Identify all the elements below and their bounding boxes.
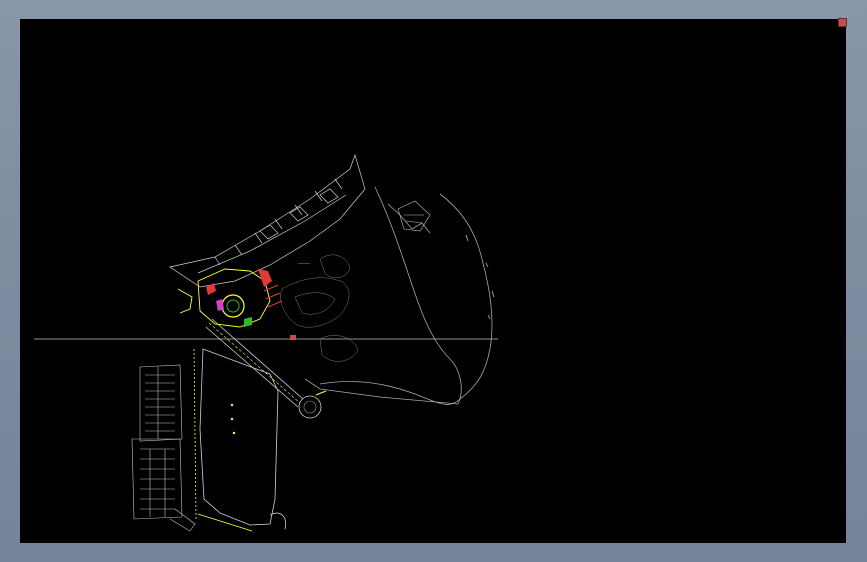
lake-basin bbox=[193, 348, 287, 532]
corner-marker-icon[interactable] bbox=[838, 18, 847, 27]
east-boundary-lines bbox=[304, 186, 493, 405]
cad-drawing-canvas[interactable]: ───── bbox=[20, 19, 846, 543]
east-markers bbox=[465, 234, 495, 320]
vegetation-hatching bbox=[280, 254, 359, 362]
west-building-grid bbox=[131, 364, 196, 532]
promenade bbox=[205, 318, 327, 419]
north-building-cluster bbox=[169, 153, 366, 288]
plan-text-label: ───── bbox=[297, 261, 311, 266]
central-plaza: ───── bbox=[177, 261, 311, 340]
site-plan-drawing: ───── bbox=[34, 153, 498, 532]
